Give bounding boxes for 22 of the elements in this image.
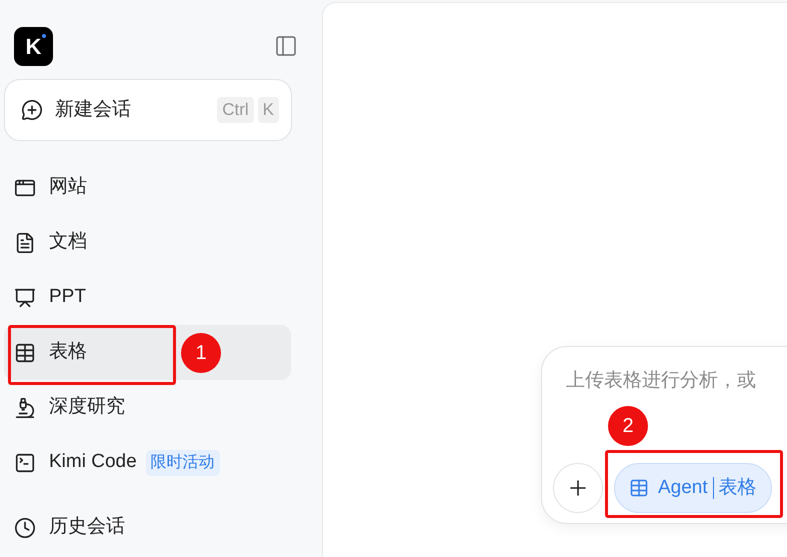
nav-item[interactable]: PPT xyxy=(4,270,291,325)
table-icon xyxy=(629,478,649,498)
shortcut-key: K xyxy=(258,97,279,123)
add-button[interactable] xyxy=(553,463,603,513)
agent-chip[interactable]: Agent 表格 xyxy=(614,463,772,513)
clock-icon xyxy=(14,516,36,538)
promo-tag: 限时活动 xyxy=(146,450,220,476)
nav-item[interactable]: 历史会话 xyxy=(4,500,291,555)
new-chat-icon xyxy=(21,99,43,121)
sidebar-toggle-icon[interactable] xyxy=(274,34,298,58)
table-icon xyxy=(14,342,36,364)
terminal-icon xyxy=(14,452,36,474)
presentation-icon xyxy=(14,286,36,308)
new-chat-button[interactable]: 新建会话 Ctrl K xyxy=(4,79,292,141)
shortcut-key: Ctrl xyxy=(217,97,254,123)
document-icon xyxy=(14,232,36,254)
microscope-icon xyxy=(14,396,36,418)
nav-item[interactable]: 深度研究 xyxy=(4,380,291,435)
nav-item[interactable]: Kimi Code 限时活动 xyxy=(4,435,291,490)
app-logo[interactable]: K xyxy=(14,26,53,66)
nav-item[interactable]: 文档 xyxy=(4,215,291,270)
nav-item[interactable]: 网站 xyxy=(4,160,291,215)
